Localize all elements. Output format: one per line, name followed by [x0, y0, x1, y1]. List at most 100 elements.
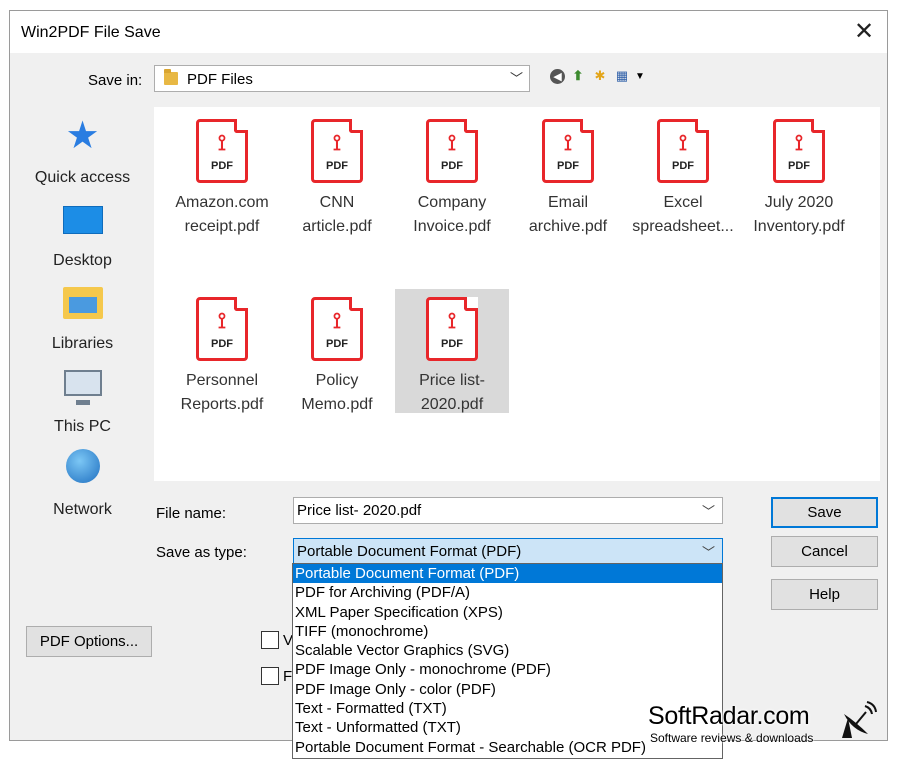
file-item[interactable]: ⟟ PDF Email archive.pdf: [511, 111, 625, 235]
file-item[interactable]: ⟟ PDF Amazon.com receipt.pdf: [165, 111, 279, 235]
place-network[interactable]: Network: [20, 445, 145, 525]
file-name-line: Invoice.pdf: [413, 218, 491, 235]
navigation-toolbar: ◀ ⬆ ✱ ▦ ▼: [550, 67, 645, 85]
up-folder-icon[interactable]: ⬆: [569, 67, 587, 85]
places-bar: ★ Quick access Desktop Libraries This PC…: [20, 107, 145, 606]
file-item[interactable]: ⟟ PDF July 2020 Inventory.pdf: [742, 111, 856, 235]
page-fold: [234, 297, 248, 311]
type-option[interactable]: PDF for Archiving (PDF/A): [293, 583, 722, 602]
file-item[interactable]: ⟟ PDF Price list- 2020.pdf: [395, 289, 509, 413]
pdf-icon-label: PDF: [788, 160, 810, 172]
new-folder-icon[interactable]: ✱: [591, 67, 609, 85]
type-option[interactable]: TIFF (monochrome): [293, 622, 722, 641]
type-option[interactable]: PDF Image Only - color (PDF): [293, 680, 722, 699]
type-option[interactable]: Portable Document Format (PDF): [293, 564, 722, 584]
type-option[interactable]: Scalable Vector Graphics (SVG): [293, 641, 722, 660]
page-fold: [695, 119, 709, 133]
help-button[interactable]: Help: [771, 579, 878, 610]
acrobat-logo-icon: ⟟: [332, 130, 342, 155]
file-name-line: Reports.pdf: [180, 396, 264, 413]
save-as-type-select[interactable]: Portable Document Format (PDF) ﹀: [293, 538, 723, 565]
place-label: Quick access: [34, 169, 131, 186]
place-desktop[interactable]: Desktop: [20, 196, 145, 276]
place-label: Libraries: [51, 335, 114, 352]
title-bar: Win2PDF File Save ✕: [10, 11, 887, 53]
watermark-brand: SoftRadar.com: [648, 702, 810, 730]
file-item[interactable]: ⟟ PDF Policy Memo.pdf: [280, 289, 394, 413]
place-label: Desktop: [53, 252, 112, 269]
type-option[interactable]: PDF Image Only - monochrome (PDF): [293, 660, 722, 679]
chevron-down-icon[interactable]: ﹀: [702, 501, 715, 520]
pdf-file-icon: ⟟ PDF: [657, 119, 709, 183]
file-name-input[interactable]: [294, 498, 689, 523]
softradar-watermark: SoftRadar.com Software reviews & downloa…: [648, 701, 888, 752]
acrobat-logo-icon: ⟟: [447, 130, 457, 155]
type-option[interactable]: XML Paper Specification (XPS): [293, 603, 722, 622]
pdf-icon-label: PDF: [211, 338, 233, 350]
place-quick-access[interactable]: ★ Quick access: [20, 113, 145, 193]
pdf-file-icon: ⟟ PDF: [196, 119, 248, 183]
acrobat-logo-icon: ⟟: [332, 308, 342, 333]
file-item[interactable]: ⟟ PDF Excel spreadsheet...: [626, 111, 740, 235]
file-name-text: Price list- 2020.pdf: [395, 369, 509, 417]
file-name-text: July 2020 Inventory.pdf: [742, 191, 856, 239]
watermark-tagline: Software reviews & downloads: [650, 731, 814, 745]
file-name-line: CNN: [319, 194, 355, 211]
option-checkbox[interactable]: [261, 631, 279, 649]
file-name-text: Personnel Reports.pdf: [165, 369, 279, 417]
checkbox-label: F: [283, 668, 293, 685]
file-name-line: receipt.pdf: [184, 218, 260, 235]
pdf-icon-label: PDF: [326, 338, 348, 350]
file-name-line: Amazon.com: [175, 194, 269, 211]
file-name-line: 2020.pdf: [420, 396, 484, 413]
file-item[interactable]: ⟟ PDF Personnel Reports.pdf: [165, 289, 279, 413]
close-icon[interactable]: ✕: [849, 17, 879, 47]
file-name-text: Policy Memo.pdf: [280, 369, 394, 417]
pdf-icon-label: PDF: [557, 160, 579, 172]
pdf-options-button[interactable]: PDF Options...: [26, 626, 152, 657]
file-item[interactable]: ⟟ PDF Company Invoice.pdf: [395, 111, 509, 235]
pdf-file-icon: ⟟ PDF: [196, 297, 248, 361]
quick-access-star-icon: ★: [65, 115, 100, 157]
file-name-text: CNN article.pdf: [280, 191, 394, 239]
save-as-type-label: Save as type:: [156, 544, 247, 561]
place-label: This PC: [54, 418, 111, 435]
page-fold: [464, 119, 478, 133]
view-menu-icon[interactable]: ▦: [613, 67, 631, 85]
file-name-line: July 2020: [764, 194, 834, 211]
page-fold: [580, 119, 594, 133]
file-name-line: Policy: [315, 372, 359, 389]
dialog-title: Win2PDF File Save: [21, 24, 161, 41]
cancel-button[interactable]: Cancel: [771, 536, 878, 567]
file-name-line: archive.pdf: [528, 218, 608, 235]
option-checkbox[interactable]: [261, 667, 279, 685]
acrobat-logo-icon: ⟟: [563, 130, 573, 155]
satellite-dish-icon: [842, 701, 877, 738]
place-label: Network: [53, 501, 112, 518]
network-icon: [65, 449, 100, 483]
pdf-file-icon: ⟟ PDF: [426, 297, 478, 361]
file-name-line: Memo.pdf: [301, 396, 373, 413]
file-name-field[interactable]: ﹀: [293, 497, 723, 524]
acrobat-logo-icon: ⟟: [678, 130, 688, 155]
pdf-file-icon: ⟟ PDF: [773, 119, 825, 183]
pdf-icon-label: PDF: [326, 160, 348, 172]
file-name-label: File name:: [156, 505, 227, 522]
save-in-value: PDF Files: [187, 71, 253, 88]
place-this-pc[interactable]: This PC: [20, 362, 145, 442]
view-menu-arrow-icon[interactable]: ▼: [635, 67, 645, 85]
place-libraries[interactable]: Libraries: [20, 279, 145, 359]
file-name-line: spreadsheet...: [632, 218, 734, 235]
back-icon[interactable]: ◀: [550, 68, 565, 84]
libraries-icon: [62, 287, 103, 319]
acrobat-logo-icon: ⟟: [447, 308, 457, 333]
file-name-line: article.pdf: [302, 218, 372, 235]
pdf-icon-label: PDF: [211, 160, 233, 172]
file-name-line: Email: [547, 194, 588, 211]
pdf-file-icon: ⟟ PDF: [542, 119, 594, 183]
file-item[interactable]: ⟟ PDF CNN article.pdf: [280, 111, 394, 235]
page-fold: [811, 119, 825, 133]
save-button[interactable]: Save: [771, 497, 878, 528]
file-name-text: Excel spreadsheet...: [626, 191, 740, 239]
save-in-dropdown[interactable]: PDF Files ﹀: [154, 65, 530, 92]
